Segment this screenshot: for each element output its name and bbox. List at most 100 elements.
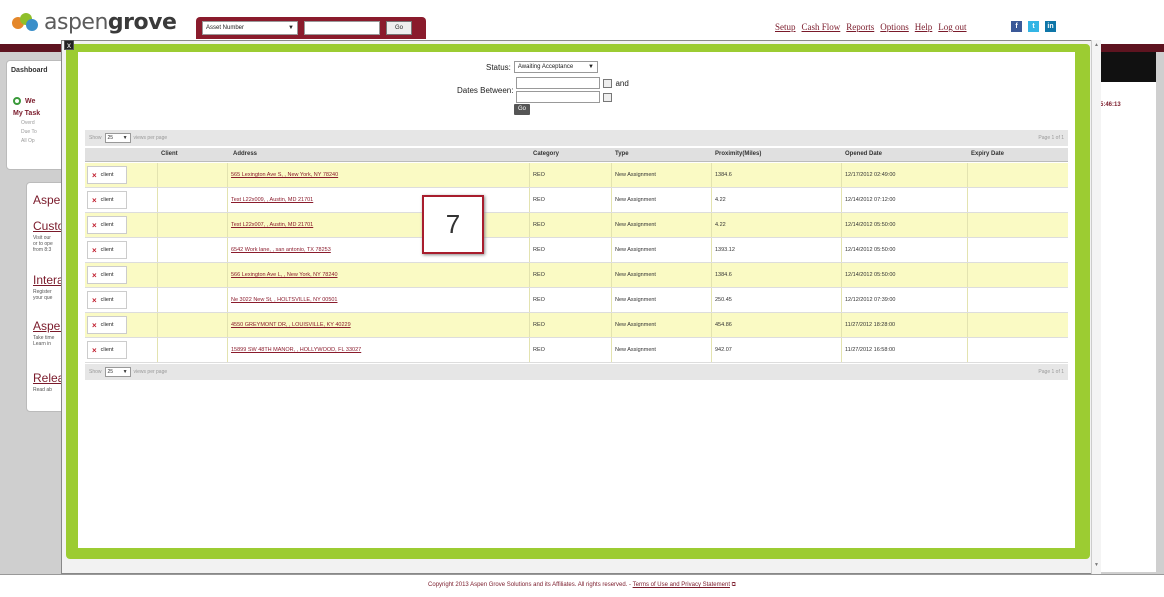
calendar-icon[interactable] bbox=[603, 78, 613, 88]
column-divider bbox=[157, 338, 158, 362]
opened-date-cell: 12/12/2012 07:39:00 bbox=[845, 297, 896, 303]
column-divider bbox=[157, 163, 158, 187]
scroll-down-icon[interactable]: ▼ bbox=[1094, 562, 1099, 568]
decline-client-button[interactable]: × client bbox=[87, 341, 127, 359]
column-divider bbox=[611, 213, 612, 237]
column-divider bbox=[227, 163, 228, 187]
decline-client-button[interactable]: × client bbox=[87, 316, 127, 334]
table-row[interactable]: × client Test L22x009, , Austin, MD 21701 R… bbox=[85, 188, 1068, 213]
nav-help[interactable]: Help bbox=[915, 22, 933, 32]
decline-client-button[interactable]: × client bbox=[87, 166, 127, 184]
column-divider bbox=[711, 238, 712, 262]
search-go-button[interactable]: Go bbox=[386, 21, 412, 35]
table-row[interactable]: × client Test L22x007, , Austin, MD 21701 R… bbox=[85, 213, 1068, 238]
show-label: Show bbox=[89, 135, 102, 141]
column-divider bbox=[157, 288, 158, 312]
status-circle-icon bbox=[13, 97, 21, 105]
col-expiry-date[interactable]: Expiry Date bbox=[971, 151, 1004, 157]
type-cell: New Assignment bbox=[615, 272, 656, 278]
col-category[interactable]: Category bbox=[533, 151, 559, 157]
modal-scrollbar[interactable]: ▲ ▼ bbox=[1091, 40, 1101, 574]
end-date-input[interactable] bbox=[516, 91, 601, 103]
page-indicator: Page 1 of 1 bbox=[1038, 369, 1064, 375]
decline-client-button[interactable]: × client bbox=[87, 266, 127, 284]
chevron-down-icon: ▼ bbox=[122, 369, 128, 375]
per-page-select[interactable]: 25 ▼ bbox=[104, 133, 131, 143]
filter-go-button[interactable]: Go bbox=[514, 104, 530, 115]
proximity-cell: 1384.6 bbox=[715, 272, 732, 278]
dashboard-news-panel: Asper Custo Visit our or to ope from 8:3… bbox=[26, 182, 66, 412]
decline-x-icon: × bbox=[92, 270, 97, 280]
column-divider bbox=[611, 313, 612, 337]
col-proximity[interactable]: Proximity(Miles) bbox=[715, 151, 761, 157]
search-type-select[interactable]: Asset Number ▼ bbox=[202, 21, 298, 35]
linkedin-icon[interactable]: in bbox=[1045, 21, 1056, 32]
close-icon[interactable]: x bbox=[64, 40, 74, 50]
asset-search-bar: Asset Number ▼ Go bbox=[196, 17, 426, 39]
decline-client-button[interactable]: × client bbox=[87, 291, 127, 309]
col-type[interactable]: Type bbox=[615, 151, 629, 157]
category-cell: REO bbox=[533, 172, 545, 178]
column-divider bbox=[967, 188, 968, 212]
col-client[interactable]: Client bbox=[161, 151, 178, 157]
facebook-icon[interactable]: f bbox=[1011, 21, 1022, 32]
date-filter: Dates Between: and bbox=[457, 77, 629, 103]
nav-cash-flow[interactable]: Cash Flow bbox=[802, 22, 841, 32]
address-link[interactable]: 6542 Work lane, , san antonio, TX 78253 bbox=[231, 247, 331, 253]
address-link[interactable]: Ne 3022 New St, , HOLTSVILLE, NY 00501 bbox=[231, 297, 338, 303]
type-cell: New Assignment bbox=[615, 222, 656, 228]
column-divider bbox=[529, 288, 530, 312]
overdue-snippet: Overd bbox=[21, 120, 35, 126]
address-link[interactable]: 15899 SW 48TH MANOR, , HOLLYWOOD, FL 330… bbox=[231, 347, 361, 353]
proximity-cell: 4.22 bbox=[715, 222, 726, 228]
search-input[interactable] bbox=[304, 21, 380, 35]
decline-client-button[interactable]: × client bbox=[87, 216, 127, 234]
column-divider bbox=[529, 213, 530, 237]
dashboard-tasks-panel: Dashboard We My Task Overd Due To All Op bbox=[6, 60, 66, 170]
decline-x-icon: × bbox=[92, 195, 97, 205]
per-page-select[interactable]: 25 ▼ bbox=[104, 367, 131, 377]
table-row[interactable]: × client 4550 GREYMONT DR, , LOUISVILLE, K… bbox=[85, 313, 1068, 338]
address-link[interactable]: Test L22x007, , Austin, MD 21701 bbox=[231, 222, 313, 228]
news-heading-5[interactable]: Relea bbox=[33, 371, 64, 385]
client-label: client bbox=[100, 197, 114, 203]
table-row[interactable]: × client 566 Lexington Ave L, , New York, … bbox=[85, 263, 1068, 288]
col-address[interactable]: Address bbox=[233, 151, 257, 157]
status-select[interactable]: Awaiting Acceptance ▼ bbox=[513, 61, 598, 73]
table-row[interactable]: × client 6542 Work lane, , san antonio, TX… bbox=[85, 238, 1068, 263]
column-divider bbox=[227, 238, 228, 262]
decline-x-icon: × bbox=[92, 220, 97, 230]
decline-client-button[interactable]: × client bbox=[87, 191, 127, 209]
address-link[interactable]: 565 Lexington Ave S, , New York, NY 7824… bbox=[231, 172, 338, 178]
column-divider bbox=[227, 188, 228, 212]
address-link[interactable]: Test L22x009, , Austin, MD 21701 bbox=[231, 197, 313, 203]
nav-options[interactable]: Options bbox=[880, 22, 909, 32]
column-divider bbox=[711, 188, 712, 212]
calendar-icon[interactable] bbox=[603, 92, 613, 102]
table-row[interactable]: × client 565 Lexington Ave S, , New York, … bbox=[85, 163, 1068, 188]
address-link[interactable]: 566 Lexington Ave L, , New York, NY 7824… bbox=[231, 272, 338, 278]
scroll-up-icon[interactable]: ▲ bbox=[1094, 42, 1099, 48]
table-row[interactable]: × client Ne 3022 New St, , HOLTSVILLE, NY … bbox=[85, 288, 1068, 313]
nav-reports[interactable]: Reports bbox=[846, 22, 874, 32]
news-heading-4[interactable]: Asper bbox=[33, 319, 64, 333]
opened-date-cell: 12/14/2012 05:50:00 bbox=[845, 247, 896, 253]
nav-setup[interactable]: Setup bbox=[775, 22, 796, 32]
col-opened-date[interactable]: Opened Date bbox=[845, 151, 882, 157]
column-divider bbox=[529, 263, 530, 287]
column-divider bbox=[967, 263, 968, 287]
opened-date-cell: 12/14/2012 05:50:00 bbox=[845, 222, 896, 228]
decline-client-button[interactable]: × client bbox=[87, 241, 127, 259]
table-row[interactable]: × client 15899 SW 48TH MANOR, , HOLLYWOOD,… bbox=[85, 338, 1068, 363]
aspengrove-logo[interactable]: aspengrove bbox=[12, 10, 177, 35]
type-cell: New Assignment bbox=[615, 322, 656, 328]
terms-link[interactable]: Terms of Use and Privacy Statement bbox=[633, 582, 730, 588]
nav-log-out[interactable]: Log out bbox=[938, 22, 966, 32]
address-link[interactable]: 4550 GREYMONT DR, , LOUISVILLE, KY 40229 bbox=[231, 322, 351, 328]
news-heading-3[interactable]: Intera bbox=[33, 273, 64, 287]
start-date-input[interactable] bbox=[516, 77, 601, 89]
opened-date-cell: 12/14/2012 05:50:00 bbox=[845, 272, 896, 278]
twitter-icon[interactable]: t bbox=[1028, 21, 1039, 32]
news-heading-2[interactable]: Custo bbox=[33, 219, 64, 233]
leaf-logo-icon bbox=[12, 12, 40, 33]
